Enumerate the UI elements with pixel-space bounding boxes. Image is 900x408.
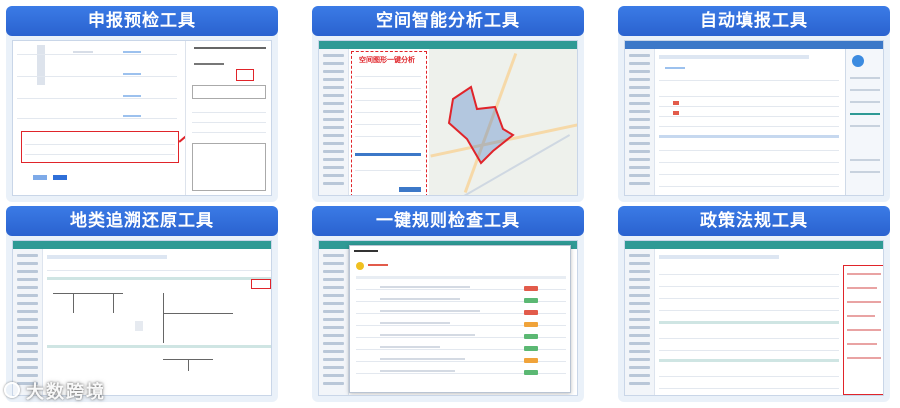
card-title: 一键规则检查工具 <box>312 206 584 236</box>
screenshot-land-trace <box>12 240 272 396</box>
card-rule-check: 一键规则检查工具 <box>312 206 584 402</box>
parcel-polygon[interactable] <box>443 79 523 169</box>
watermark-text: 大数跨境 <box>26 382 106 403</box>
card-declare-precheck: 申报预检工具 <box>6 6 278 202</box>
screenshot-rule-check <box>318 240 578 396</box>
screenshot-declare-precheck <box>12 40 272 196</box>
card-title: 政策法规工具 <box>618 206 890 236</box>
highlight-table <box>21 131 179 163</box>
screenshot-auto-fill <box>624 40 884 196</box>
highlight-field <box>236 69 254 81</box>
card-title: 申报预检工具 <box>6 6 278 36</box>
overlay-label: 空间图形一键分析 <box>359 56 415 64</box>
card-auto-fill: 自动填报工具 <box>618 6 890 202</box>
assistant-panel[interactable] <box>845 49 883 195</box>
card-title: 自动填报工具 <box>618 6 890 36</box>
highlight-export-button <box>251 279 271 289</box>
card-title: 空间智能分析工具 <box>312 6 584 36</box>
screenshot-policy <box>624 240 884 396</box>
watermark-logo-icon <box>4 382 20 398</box>
card-spatial-analysis: 空间智能分析工具 空间图形一键分析 <box>312 6 584 202</box>
map-view[interactable] <box>429 49 577 195</box>
screenshot-spatial-analysis: 空间图形一键分析 <box>318 40 578 196</box>
rule-check-dialog[interactable] <box>349 245 571 393</box>
card-policy: 政策法规工具 <box>618 206 890 402</box>
document-preview <box>185 41 271 195</box>
card-title: 地类追溯还原工具 <box>6 206 278 236</box>
card-land-trace: 地类追溯还原工具 <box>6 206 278 402</box>
